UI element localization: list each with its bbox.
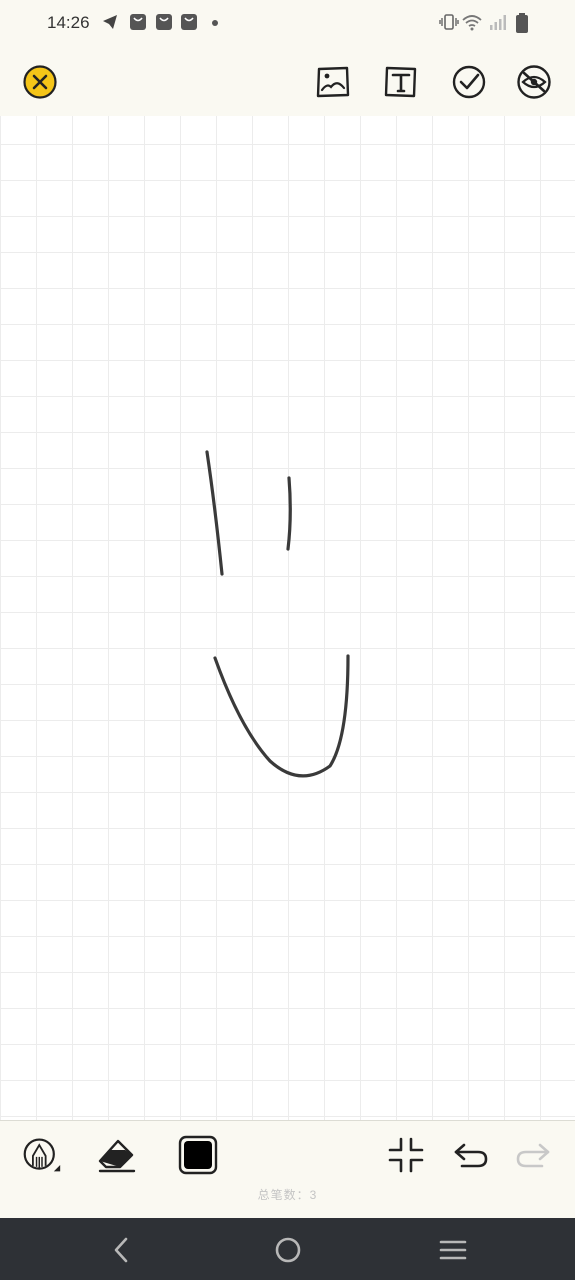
wifi-icon [462,13,482,36]
top-toolbar [0,46,575,116]
bottom-toolbar: 总笔数：3 [0,1120,575,1219]
vibrate-icon [439,13,459,36]
image-icon [316,66,350,98]
redo-button[interactable] [514,1135,554,1175]
hide-button[interactable] [516,64,552,100]
status-bar: 14:26 [0,0,575,46]
drawing-canvas[interactable] [0,116,575,1120]
hide-icon [517,65,551,99]
color-swatch [178,1135,218,1175]
drawn-stroke [286,476,292,551]
eraser-tool-button[interactable] [96,1135,136,1175]
close-icon [23,65,57,99]
check-icon [452,65,486,99]
redo-icon [516,1143,550,1168]
eraser-icon [98,1139,136,1173]
color-swatch-button[interactable] [178,1135,218,1175]
undo-button[interactable] [450,1135,490,1175]
recents-icon [439,1240,467,1260]
close-button[interactable] [22,64,58,100]
undo-icon [454,1143,488,1168]
dot-icon [210,13,220,36]
text-icon [384,66,417,98]
back-icon [114,1237,128,1263]
pencil-icon [23,1138,61,1172]
back-button[interactable] [104,1232,140,1268]
shopping-bag-icon [180,13,198,36]
home-icon [275,1237,301,1263]
insert-image-button[interactable] [315,64,351,100]
insert-text-button[interactable] [383,64,419,100]
shrink-button[interactable] [386,1135,426,1175]
status-time: 14:26 [47,13,90,32]
telegram-icon [101,13,119,36]
signal-icon [489,13,507,36]
confirm-button[interactable] [451,64,487,100]
shopping-bag-icon [129,13,147,36]
pencil-tool-button[interactable] [22,1135,62,1175]
drawn-stroke [213,654,350,778]
battery-icon [515,13,529,38]
shrink-icon [388,1137,424,1173]
drawn-stroke [205,450,224,576]
stroke-count-text: 总笔数：3 [257,1188,318,1202]
navigation-bar [0,1218,575,1280]
recents-button[interactable] [435,1232,471,1268]
shopping-bag-icon [155,13,173,36]
home-button[interactable] [270,1232,306,1268]
